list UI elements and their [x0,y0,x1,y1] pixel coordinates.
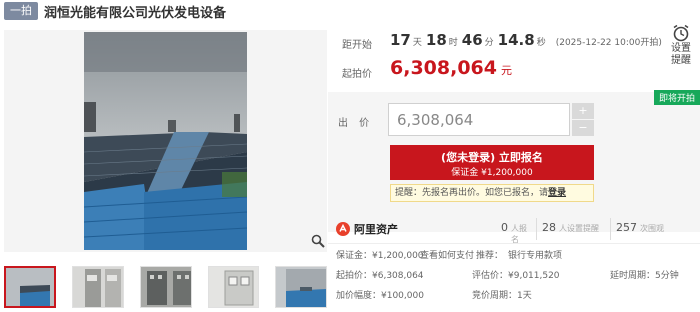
start-price-detail: 起拍价：¥6,308,064 [336,271,424,281]
view-number: 257 [616,220,637,234]
ali-logo-icon [336,221,350,236]
bid-label: 出 价 [338,118,374,129]
zoom-icon[interactable] [311,234,325,248]
countdown-timer: 17 天 18 时 46 分 14.8 秒 (2025-12-22 10:00开… [390,31,662,49]
reminder-count: 28 人设置提醒 [536,217,610,240]
stats-bar: 阿里资产 0 人报名 28 人设置提醒 257 次围观 [328,214,700,244]
countdown-hours: 18 [425,31,447,49]
countdown-seconds: 14.8 [497,31,535,49]
bid-stepper: + − [572,103,594,136]
status-badge: 即将开拍 [653,90,700,105]
view-label: 次围观 [640,223,664,233]
bid-input[interactable] [388,103,570,136]
reminder-count-label: 人设置提醒 [559,223,599,233]
start-price-value: 6,308,064 [390,57,497,79]
countdown-minutes-unit: 分 [484,38,494,48]
register-button[interactable]: (您未登录) 立即报名 保证金 ¥1,200,000 [390,145,594,180]
thumbnail[interactable] [72,266,124,308]
bid-box: 即将开拍 出 价 + − (您未登录) 立即报名 保证金 ¥1,200,000 … [328,90,700,232]
signup-number: 0 [501,220,508,234]
photo-viewer[interactable] [4,30,327,252]
main-photo[interactable] [84,32,247,250]
countdown-minutes: 46 [461,31,483,49]
thumbnail[interactable] [4,266,57,308]
countdown-hours-unit: 时 [448,38,458,48]
alarm-clock-icon [673,24,689,42]
view-count: 257 次围观 [610,217,668,240]
appraisal-detail: 评估价：¥9,011,520 [472,271,560,281]
how-to-pay-link[interactable]: 查看如何支付 [420,248,474,261]
register-button-label: (您未登录) 立即报名 [441,151,543,164]
countdown-label: 距开始 [342,40,372,51]
start-time: (2025-12-22 10:00开拍) [555,38,662,48]
reminder-label-2: 提醒 [671,55,691,66]
delay-detail: 延时周期：5分钟 [610,271,679,281]
register-deposit-label: 保证金 ¥1,200,000 [451,168,533,178]
thumbnail[interactable] [275,266,328,308]
start-price-unit: 元 [500,64,512,77]
login-link[interactable]: 登录 [548,188,566,198]
reminder-number: 28 [542,220,556,234]
lot-badge: 一拍 [4,2,38,20]
deposit-detail: 保证金：¥1,200,000 [336,251,424,261]
start-price-label: 起拍价 [342,69,372,80]
title-bar: 一拍 润恒光能有限公司光伏发电设备 [0,0,700,22]
countdown-days: 17 [390,31,411,49]
page-title: 润恒光能有限公司光伏发电设备 [44,5,227,21]
increment-detail: 加价幅度：¥100,000 [336,291,424,301]
login-notice: 提醒：先报名再出价。如您已报名，请登录 [390,184,594,202]
countdown-seconds-unit: 秒 [536,38,546,48]
auction-info-panel: 距开始 17 天 18 时 46 分 14.8 秒 (2025-12-22 10… [328,22,700,312]
reminder-label-1: 设置 [671,43,691,54]
recommend-label: 推荐： [476,251,504,261]
thumbnail-strip [4,266,328,308]
start-price: 6,308,064 元 [390,57,512,79]
recommend-link[interactable]: 银行专用款项 [508,248,562,261]
signup-label: 人报名 [511,223,527,244]
brand-logo: 阿里资产 [336,221,496,237]
increase-bid-button[interactable]: + [572,103,594,119]
brand-name: 阿里资产 [354,222,398,236]
cycle-detail: 竞价周期：1天 [472,291,532,301]
set-reminder-button[interactable]: 设置 提醒 [666,24,696,67]
thumbnail[interactable] [207,266,260,308]
countdown-days-unit: 天 [412,38,422,48]
decrease-bid-button[interactable]: − [572,120,594,136]
signup-count: 0 人报名 [496,218,536,244]
notice-text: 提醒：先报名再出价。如您已报名，请 [395,188,549,198]
thumbnail[interactable] [139,266,192,308]
